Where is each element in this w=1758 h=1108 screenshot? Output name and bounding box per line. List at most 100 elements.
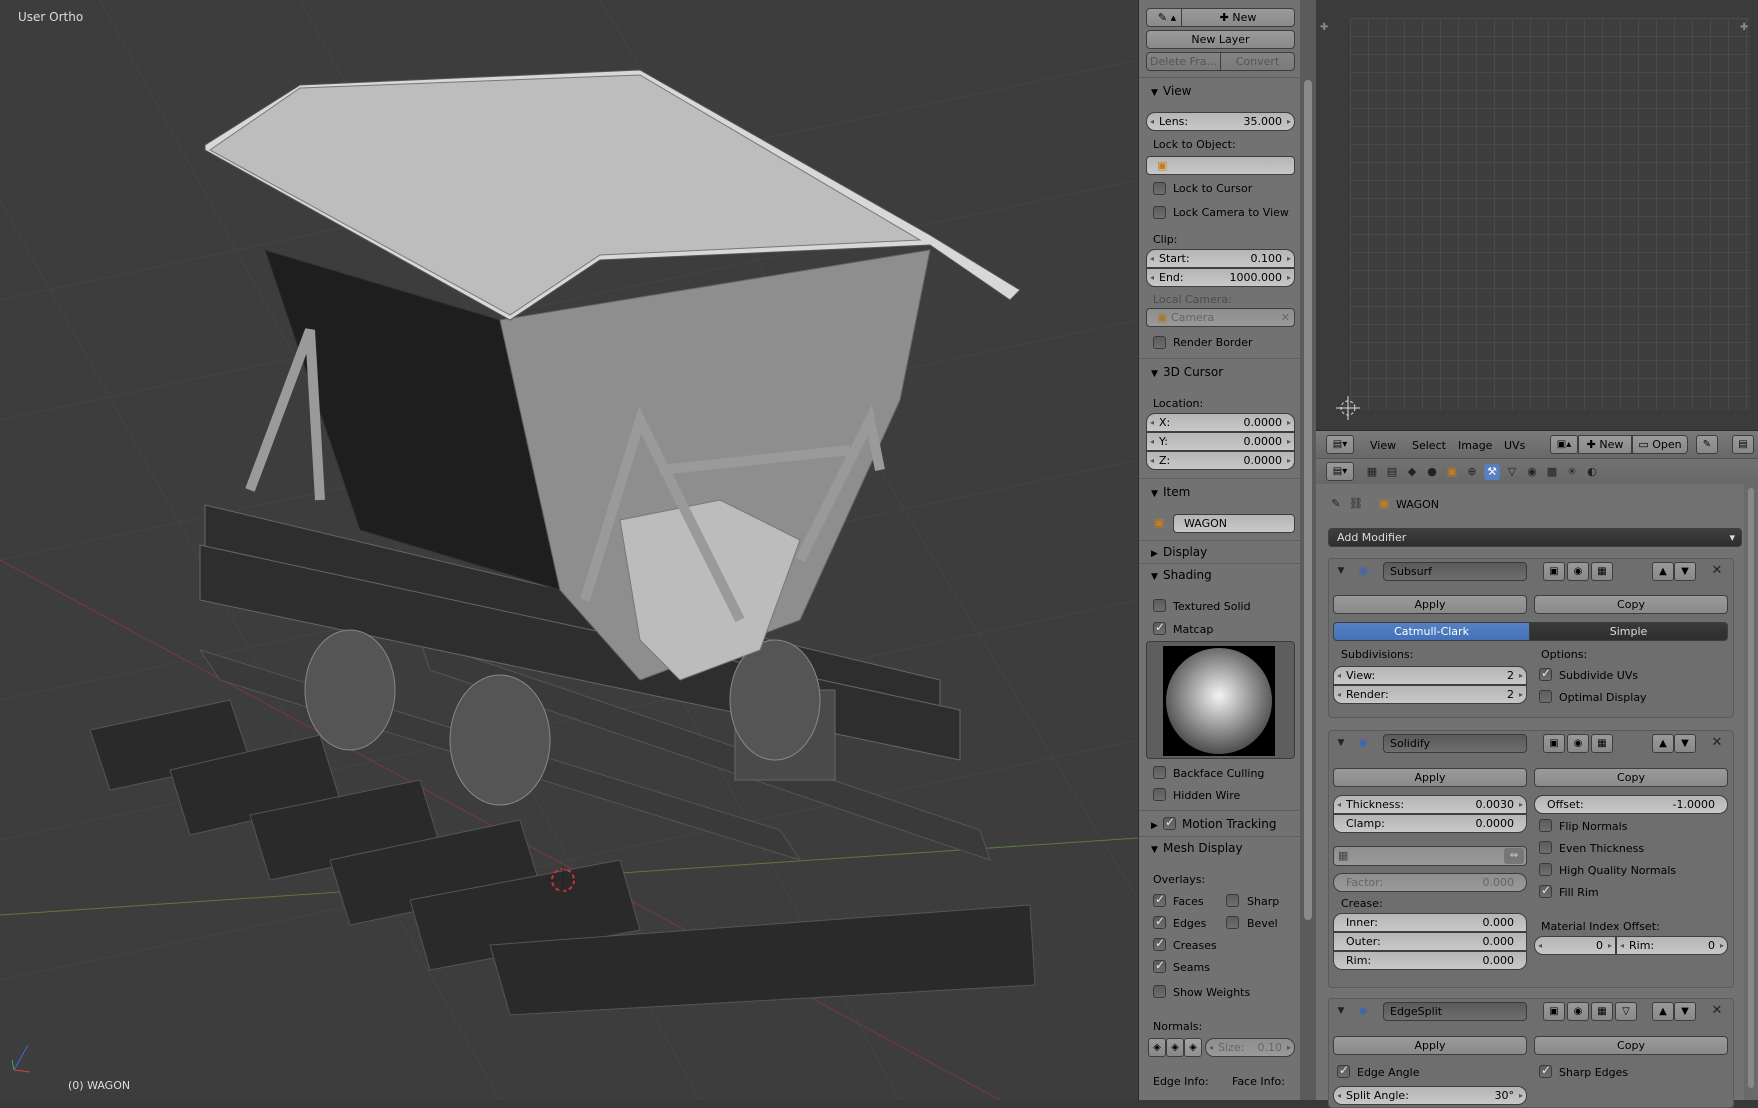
item-name-field[interactable]: WAGON [1173,514,1295,533]
scrollbar-thumb[interactable] [1304,80,1312,920]
convert-button[interactable]: Convert [1220,52,1295,71]
image-browse-icon[interactable]: ▣▴ [1550,435,1578,454]
material-rim-field[interactable]: ◂ Rim: 0 ▸ [1616,936,1728,955]
menu-uvs[interactable]: UVs [1504,439,1525,452]
vertex-normals-icon[interactable]: ◈ [1148,1038,1166,1057]
menu-select[interactable]: Select [1412,439,1446,452]
new-gpencil-button[interactable]: ✚ New [1181,8,1295,27]
catmull-clark-toggle[interactable]: Catmull-Clark [1333,622,1530,641]
render-toggle-icon[interactable]: ▣ [1543,562,1565,581]
editor-type-icon[interactable]: ▤▾ [1326,462,1354,481]
editmode-toggle-icon[interactable]: ▦ [1591,1002,1613,1021]
high-quality-normals-checkbox[interactable] [1539,863,1552,876]
scene-tab-icon[interactable]: ◆ [1404,464,1420,480]
visibility-eye-icon[interactable]: ◉ [1567,1002,1589,1021]
close-icon[interactable]: ✕ [1709,1003,1725,1019]
render-toggle-icon[interactable]: ▣ [1543,734,1565,753]
lock-object-field[interactable]: ▣ [1146,156,1295,175]
editmode-toggle-icon[interactable]: ▦ [1591,562,1613,581]
matcap-checkbox[interactable] [1153,620,1166,635]
view-panel-header[interactable]: ▼ View [1151,84,1191,98]
new-layer-button[interactable]: New Layer [1146,30,1295,49]
matcap-preview-frame[interactable] [1146,641,1295,759]
render-toggle-icon[interactable]: ▣ [1543,1002,1565,1021]
particles-tab-icon[interactable]: ✳ [1564,464,1580,480]
material-tab-icon[interactable]: ◉ [1524,464,1540,480]
render-border-checkbox[interactable] [1153,336,1166,349]
properties-scrollbar[interactable] [1744,484,1758,1100]
subsurf-render-field[interactable]: ◂ Render: 2 ▸ [1333,685,1527,704]
subsurf-copy-button[interactable]: Copy [1534,595,1728,614]
cursor-x-field[interactable]: ◂ X: 0.0000 ▸ [1146,413,1295,432]
motion-tracking-checkbox[interactable] [1163,815,1176,830]
world-tab-icon[interactable]: ● [1424,464,1440,480]
physics-tab-icon[interactable]: ◐ [1584,464,1600,480]
edge-angle-checkbox[interactable] [1337,1063,1350,1078]
shading-panel-header[interactable]: ▼ Shading [1151,568,1212,582]
split-angle-field[interactable]: ◂ Split Angle: 30° ▸ [1333,1086,1527,1105]
subsurf-apply-button[interactable]: Apply [1333,595,1527,614]
constraints-tab-icon[interactable]: ⊕ [1464,464,1480,480]
new-image-button[interactable]: ✚ New [1578,435,1632,454]
move-up-icon[interactable]: ▲ [1652,1002,1674,1021]
local-camera-field[interactable]: ▣ Camera ✕ [1146,308,1295,327]
collapse-triangle-icon[interactable]: ▼ [1333,1003,1349,1019]
sharp-checkbox[interactable] [1226,894,1239,907]
material-offset-field[interactable]: ◂ 0 ▸ [1534,936,1616,955]
corner-plus-icon[interactable]: ✚ [1740,22,1748,33]
textured-solid-checkbox[interactable] [1153,599,1166,612]
collapse-triangle-icon[interactable]: ▼ [1333,563,1349,579]
even-thickness-checkbox[interactable] [1539,841,1552,854]
lock-camera-checkbox[interactable] [1153,206,1166,219]
fill-rim-checkbox[interactable] [1539,883,1552,898]
move-down-icon[interactable]: ▼ [1674,734,1696,753]
hidden-wire-checkbox[interactable] [1153,788,1166,801]
render-tab-icon[interactable]: ▦ [1364,464,1380,480]
subdivide-uvs-checkbox[interactable] [1539,666,1552,681]
scrollbar-thumb[interactable] [1748,488,1754,1088]
item-panel-header[interactable]: ▼ Item [1151,485,1190,499]
cage-toggle-icon[interactable]: ▽ [1615,1002,1637,1021]
sharp-edges-checkbox[interactable] [1539,1063,1552,1078]
menu-view[interactable]: View [1370,439,1396,452]
npanel-scrollbar[interactable] [1300,0,1316,1100]
clip-start-field[interactable]: ◂ Start: 0.100 ▸ [1146,249,1295,268]
object-tab-icon[interactable]: ▣ [1444,464,1460,480]
3d-viewport[interactable]: User Ortho (0) WAGON [0,0,1138,1100]
face-normals-icon[interactable]: ◈ [1184,1038,1202,1057]
visibility-eye-icon[interactable]: ◉ [1567,734,1589,753]
collapse-triangle-icon[interactable]: ▼ [1333,735,1349,751]
solidify-name-field[interactable]: Solidify [1383,734,1527,753]
faces-checkbox[interactable] [1153,892,1166,907]
seams-checkbox[interactable] [1153,958,1166,973]
thickness-field[interactable]: ◂ Thickness: 0.0030 ▸ [1333,795,1527,814]
data-tab-icon[interactable]: ▽ [1504,464,1520,480]
lock-cursor-checkbox[interactable] [1153,182,1166,195]
move-down-icon[interactable]: ▼ [1674,1002,1696,1021]
bevel-checkbox[interactable] [1226,916,1239,929]
mesh-display-header[interactable]: ▼ Mesh Display [1151,841,1243,855]
move-down-icon[interactable]: ▼ [1674,562,1696,581]
optimal-display-checkbox[interactable] [1539,690,1552,703]
cursor-y-field[interactable]: ◂ Y: 0.0000 ▸ [1146,432,1295,451]
edgesplit-apply-button[interactable]: Apply [1333,1036,1527,1055]
flip-normals-checkbox[interactable] [1539,819,1552,832]
normals-size-field[interactable]: ◂ Size: 0.10 ▸ [1205,1038,1295,1057]
close-icon[interactable]: ✕ [1709,563,1725,579]
edgesplit-copy-button[interactable]: Copy [1534,1036,1728,1055]
add-modifier-dropdown[interactable]: Add Modifier ▾ [1328,528,1742,547]
subsurf-name-field[interactable]: Subsurf [1383,562,1527,581]
clip-end-field[interactable]: ◂ End: 1000.000 ▸ [1146,268,1295,287]
creases-checkbox[interactable] [1153,936,1166,951]
pin-icon[interactable]: ✎ [1328,496,1344,512]
edgesplit-name-field[interactable]: EdgeSplit [1383,1002,1527,1021]
layers-tab-icon[interactable]: ▤ [1384,464,1400,480]
backface-culling-checkbox[interactable] [1153,766,1166,779]
corner-plus-icon[interactable]: ✚ [1320,22,1328,33]
menu-image[interactable]: Image [1458,439,1492,452]
outer-field[interactable]: Outer: 0.000 [1333,932,1527,951]
simple-toggle[interactable]: Simple [1529,622,1728,641]
mode-icon[interactable]: ▤ [1732,435,1754,454]
edges-checkbox[interactable] [1153,914,1166,929]
motion-tracking-header[interactable]: ▶ [1151,817,1163,831]
